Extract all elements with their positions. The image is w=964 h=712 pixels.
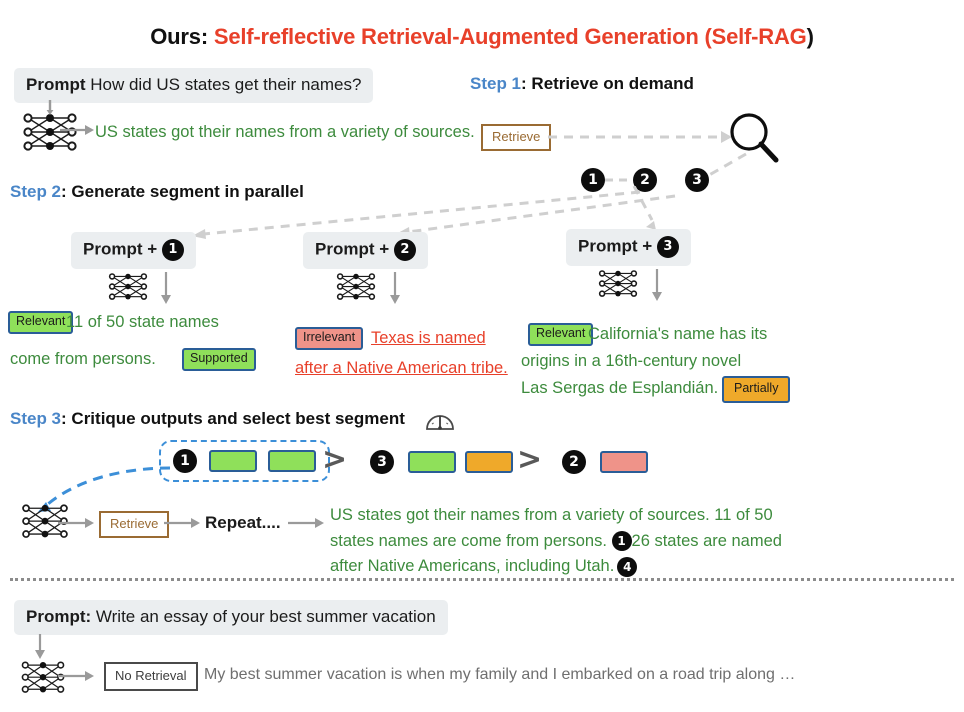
arrow-down-col-1: [161, 272, 171, 304]
repeat-label: Repeat....: [205, 513, 281, 532]
prompt-box-2: Prompt: Write an essay of your best summ…: [14, 600, 448, 635]
final-citation-2[interactable]: 4: [617, 556, 638, 577]
gt-symbol-2: >: [517, 442, 543, 477]
final-answer-line-2b: 26 states are named: [631, 531, 782, 550]
final-answer-line-2a: states names are come from persons.: [330, 531, 612, 550]
segment-text-col-2-line-1: Texas is named: [371, 329, 486, 347]
title-short: Self-RAG: [711, 24, 807, 49]
rank-passage-3: 3: [370, 450, 394, 474]
final-answer-line-1: US states got their names from a variety…: [330, 506, 773, 524]
page-title: Ours: Self-reflective Retrieval-Augmente…: [0, 24, 964, 50]
llm-icon-col-1: [108, 273, 148, 300]
segment-text-col-3-line-1: California's name has its: [588, 325, 768, 343]
dashed-arrow-retrieve-to-search: [548, 131, 732, 143]
final-answer-line-3: after Native Americans, including Utah. 4: [330, 554, 820, 580]
step-3-header: Step 3: Critique outputs and select best…: [10, 409, 405, 429]
chip-relevance-col-1[interactable]: Relevant: [8, 311, 74, 334]
final-answer: US states got their names from a variety…: [330, 503, 820, 580]
llm-icon-col-2: [336, 273, 376, 300]
no-retrieval-token[interactable]: No Retrieval: [104, 662, 198, 692]
chip-relevance-col-3[interactable]: Relevant: [528, 323, 594, 346]
step-3-title: : Critique outputs and select best segme…: [61, 409, 405, 428]
prompt-plus-label-3: Prompt +: [578, 236, 657, 256]
segment-text-col-3-line-2: origins in a 16th-century novel: [521, 352, 742, 370]
rank-swatch-3-a: [408, 451, 457, 473]
prompt-plus-passage-2: 2: [393, 239, 416, 261]
arrow-llm-to-no-retrieval: [58, 671, 94, 681]
segment-text-col-1-line-2: come from persons.: [10, 350, 156, 368]
prompt-box-1: Prompt How did US states get their names…: [14, 68, 374, 103]
prompt-2-text: Write an essay of your best summer vacat…: [91, 607, 436, 626]
step-1-header: Step 1: Retrieve on demand: [470, 74, 694, 94]
arrow-retrieve-to-repeat: [164, 518, 200, 528]
arrow-down-col-3: [652, 269, 662, 301]
chip-support-col-1[interactable]: Supported: [182, 348, 256, 371]
rank-passage-1: 1: [173, 449, 197, 473]
step-2-label: Step 2: [10, 182, 62, 201]
arrow-llm-to-output-1: [60, 125, 94, 135]
chip-support-col-3[interactable]: Partially: [722, 376, 791, 403]
section-divider: [10, 578, 954, 581]
gauge-icon: [426, 415, 454, 430]
rank-group-3[interactable]: 2: [562, 450, 649, 474]
retrieve-token-1[interactable]: Retrieve: [481, 124, 552, 152]
arrow-down-col-2: [390, 272, 400, 304]
prompt-1-text: How did US states get their names?: [90, 75, 362, 94]
rank-swatch-2-a: [600, 451, 649, 473]
title-prefix: Ours:: [150, 24, 214, 49]
step-1-label: Step 1: [470, 74, 522, 93]
arrow-llm-to-retrieve-2: [58, 518, 94, 528]
retrieve-token-2[interactable]: Retrieve: [99, 511, 170, 539]
title-suffix: ): [806, 24, 814, 49]
segment-text-col-1-line-1: 11 of 50 state names: [66, 313, 219, 331]
prompt-plus-passage-3: 3: [656, 236, 679, 258]
step-1-title: : Retrieve on demand: [521, 74, 694, 93]
step-3-label: Step 3: [10, 409, 62, 428]
segment-text-col-2-line-2: after a Native American tribe.: [295, 359, 508, 377]
prompt-plus-label-1: Prompt +: [83, 239, 162, 259]
segment-text-col-3-line-3: Las Sergas de Esplandián.: [521, 379, 719, 397]
prompt-plus-box-1: Prompt + 1: [71, 232, 196, 269]
llm-icon-col-3: [598, 270, 638, 297]
chip-relevance-col-2[interactable]: Irrelevant: [295, 327, 364, 350]
gt-symbol-1: >: [322, 442, 348, 477]
rank-group-2[interactable]: 3: [370, 450, 513, 474]
prompt-1-label: Prompt: [26, 75, 86, 94]
rank-swatch-1-a: [209, 450, 258, 472]
rank-swatch-1-b: [267, 450, 316, 472]
prompt-plus-box-2: Prompt + 2: [303, 232, 428, 269]
arrow-repeat-to-final: [288, 518, 324, 528]
prompt-plus-box-3: Prompt + 3: [566, 229, 691, 266]
prompt2-generated-text: My best summer vacation is when my famil…: [204, 666, 796, 683]
final-answer-line-2: states names are come from persons. 1 26 …: [330, 529, 820, 555]
passage-circle-3[interactable]: 3: [685, 168, 709, 192]
dashed-link-passages: [605, 178, 633, 182]
prompt-plus-passage-1: 1: [161, 239, 184, 261]
title-main: Self-reflective Retrieval-Augmented Gene…: [213, 24, 712, 49]
step1-generated-text: US states got their names from a variety…: [95, 123, 475, 141]
prompt-plus-label-2: Prompt +: [315, 239, 394, 259]
selected-segment-group[interactable]: 1: [159, 440, 330, 482]
rank-swatch-3-b: [464, 451, 513, 473]
final-citation-1[interactable]: 1: [611, 531, 632, 552]
dashed-arrow-to-prompt-box-3: [632, 186, 656, 230]
prompt-2-label: Prompt:: [26, 607, 92, 626]
rank-passage-2: 2: [562, 450, 586, 474]
passage-circle-1[interactable]: 1: [581, 168, 605, 192]
final-answer-line-3a: after Native Americans, including Utah.: [330, 557, 615, 576]
